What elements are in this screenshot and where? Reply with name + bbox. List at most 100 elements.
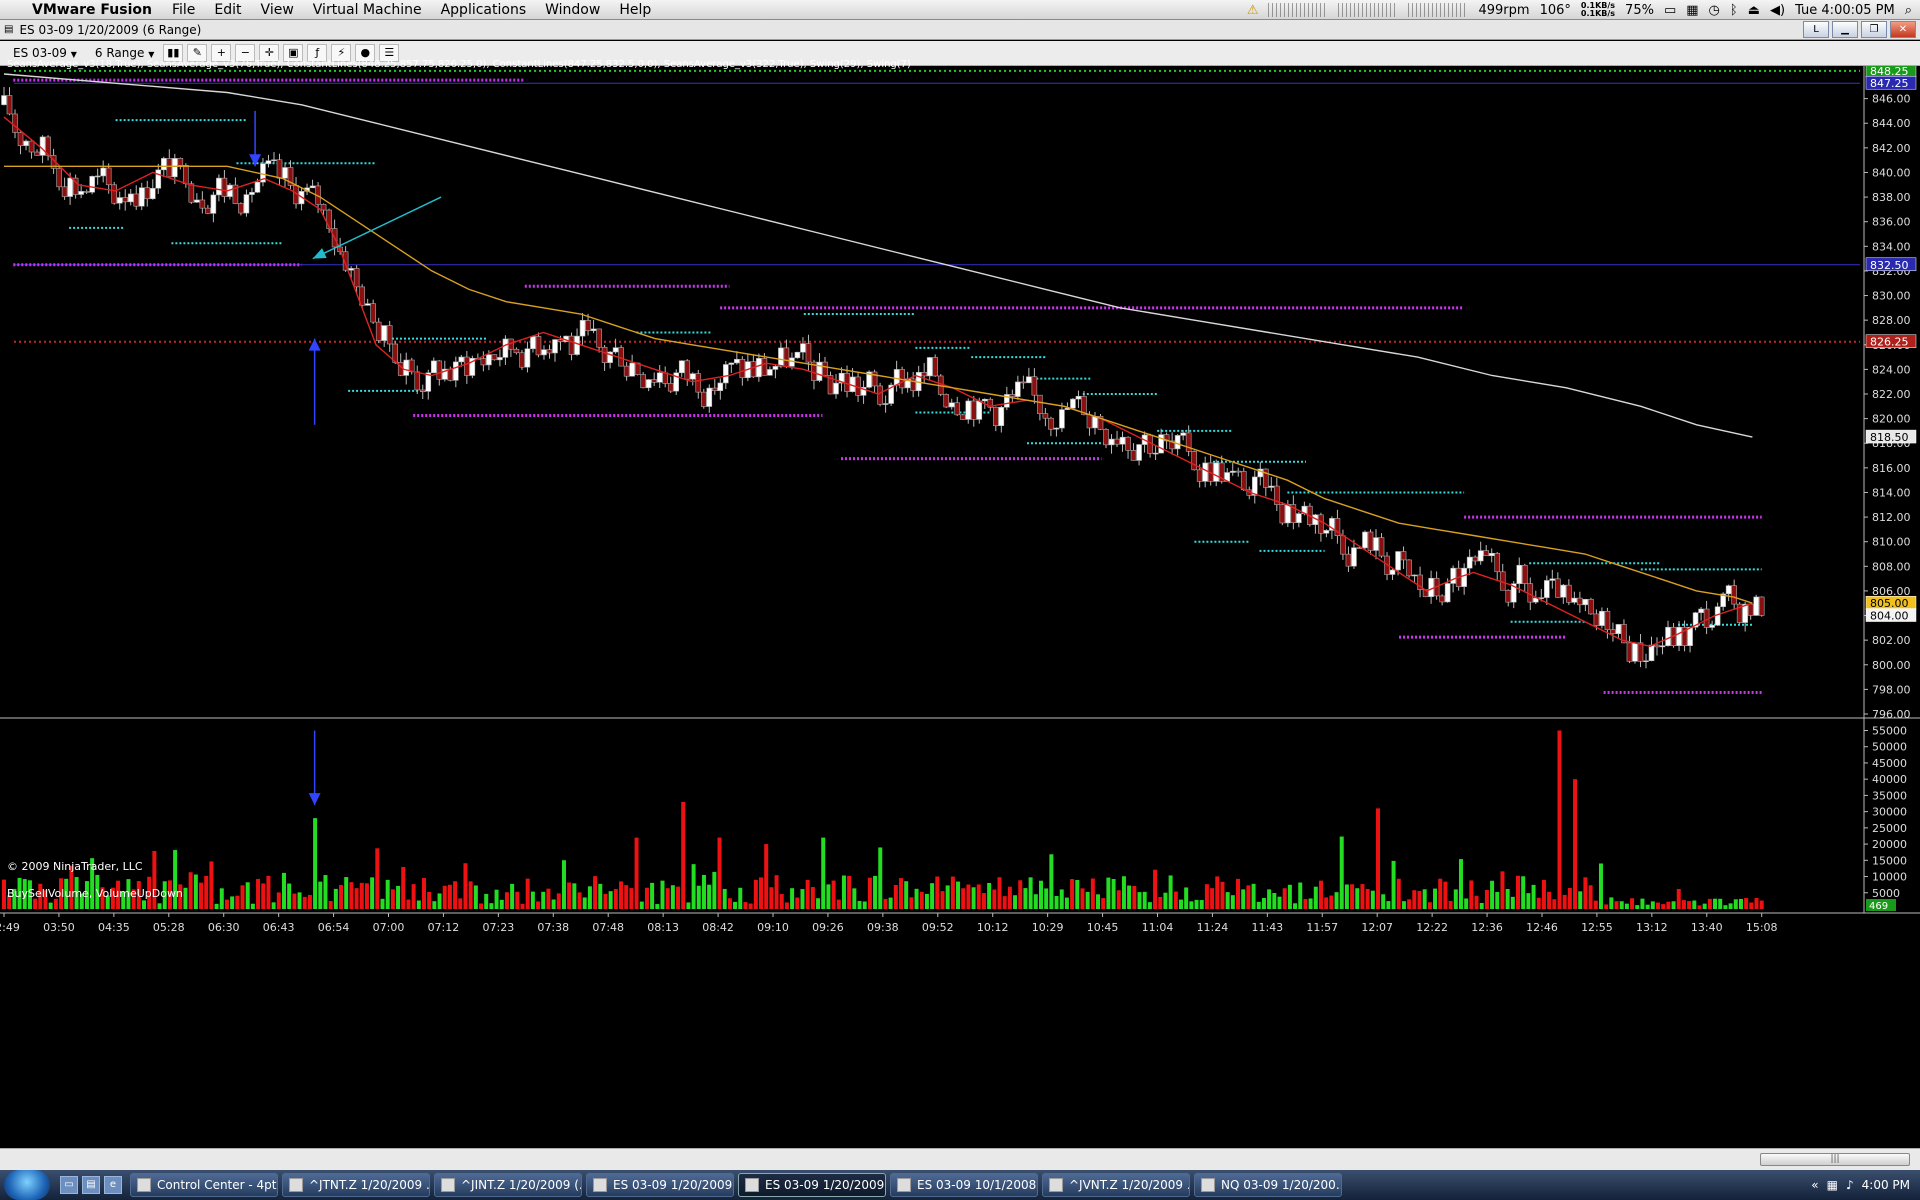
taskbar-item-es-active[interactable]: ES 03-09 1/20/2009 ... (738, 1173, 886, 1197)
volume-bar-down (458, 898, 463, 909)
volume-bar-down (1516, 875, 1521, 909)
taskbar-item-jvnt[interactable]: ^JVNT.Z 1/20/2009 ... (1042, 1173, 1190, 1197)
taskbar-item-control-center[interactable]: Control Center - 4pt... (130, 1173, 278, 1197)
volume-bar-up (1355, 888, 1360, 909)
candle-down (1125, 436, 1131, 451)
taskbar-item-jint[interactable]: ^JINT.Z 1/20/2009 (... (434, 1173, 582, 1197)
volume-bar-up (437, 893, 442, 909)
time-machine-icon[interactable]: ◷ (1709, 3, 1720, 18)
time-tick-label: 08:13 (647, 921, 679, 934)
menu-applications[interactable]: Applications (441, 2, 527, 18)
candle-up (552, 339, 558, 354)
price-tick-label: 816.00 (1872, 462, 1911, 475)
ie-icon[interactable]: e (104, 1176, 122, 1194)
show-desktop-icon[interactable]: ▭ (60, 1176, 78, 1194)
network-icon[interactable]: ▦ (1827, 1178, 1838, 1192)
volume-bar-down (935, 876, 940, 909)
volume-bar-down (950, 876, 955, 909)
volume-bar-up (1386, 901, 1391, 909)
volume-bar-down (1132, 885, 1137, 909)
minimize-button[interactable]: ▁ (1832, 21, 1858, 38)
spaces-icon[interactable]: ▦ (1686, 3, 1698, 18)
volume-bar-up (1505, 888, 1510, 909)
volume-bar-up (323, 875, 328, 909)
bluetooth-icon[interactable]: ᛒ (1730, 3, 1738, 18)
volume-icon[interactable]: ◀) (1770, 3, 1785, 18)
volume-bar-up (370, 877, 375, 909)
tray-expand-icon[interactable]: « (1811, 1178, 1818, 1192)
speaker-icon[interactable]: ♪ (1846, 1178, 1854, 1192)
volume-bar-up (48, 902, 53, 909)
menu-help[interactable]: Help (619, 2, 651, 18)
volume-bar-down (421, 877, 426, 909)
taskbar-item-es-2008[interactable]: ES 03-09 10/1/2008 ... (890, 1173, 1038, 1197)
close-button[interactable]: ✕ (1890, 21, 1916, 38)
start-button[interactable] (4, 1170, 50, 1200)
warning-icon[interactable]: ⚠ (1247, 3, 1259, 18)
volume-bar-up (561, 860, 566, 909)
volume-bar-up (660, 880, 665, 909)
menu-file[interactable]: File (172, 2, 195, 18)
volume-bar-down (520, 903, 525, 909)
eject-icon[interactable]: ⏏ (1748, 3, 1760, 18)
tray-clock[interactable]: 4:00 PM (1862, 1178, 1910, 1192)
volume-bar-up (1313, 886, 1318, 909)
candle-down (1566, 584, 1572, 603)
chart-canvas[interactable]: 846.00 844.00 842.00 840.00 838.00 836.00 834.… (0, 66, 1920, 1148)
time-tick-label: 09:38 (867, 921, 899, 934)
menu-edit[interactable]: Edit (214, 2, 241, 18)
chevron-down-icon: ▼ (148, 50, 155, 59)
volume-bar-down (276, 892, 281, 909)
candle-down (618, 347, 624, 367)
menu-virtual-machine[interactable]: Virtual Machine (313, 2, 422, 18)
menu-window[interactable]: Window (545, 2, 600, 18)
spotlight-icon[interactable]: ⌕ (1905, 3, 1912, 18)
link-icon[interactable]: L (1803, 21, 1829, 38)
volume-bar-down (1666, 901, 1671, 909)
volume-bar-down (867, 877, 872, 909)
volume-bar-up (1096, 894, 1101, 909)
restore-button[interactable]: ❐ (1861, 21, 1887, 38)
price-tick-label: 810.00 (1872, 536, 1911, 549)
taskbar-item-jtnt[interactable]: ^JTNT.Z 1/20/2009 ... (282, 1173, 430, 1197)
taskbar-item-es-1[interactable]: ES 03-09 1/20/2009 ... (586, 1173, 734, 1197)
candle-up (1, 95, 7, 106)
explorer-icon[interactable]: ▤ (82, 1176, 100, 1194)
volume-bar-up (297, 892, 302, 909)
price-tick-label: 836.00 (1872, 216, 1911, 229)
moving-averages (3, 73, 1753, 648)
battery-percent: 75% (1625, 2, 1654, 18)
display-icon[interactable]: ▭ (1664, 3, 1676, 18)
volume-bar-up (494, 889, 499, 909)
price-tick-label: 798.00 (1872, 683, 1911, 696)
candle-down (640, 374, 646, 389)
time-tick-label: 12:36 (1471, 921, 1503, 934)
volume-bar-up (582, 897, 587, 909)
menubar-clock[interactable]: Tue 4:00:05 PM (1795, 3, 1895, 18)
volume-bar-down (1573, 779, 1578, 909)
candle-up (100, 167, 106, 177)
taskbar-item-nq[interactable]: NQ 03-09 1/20/200... (1194, 1173, 1342, 1197)
volume-bar-up (193, 874, 198, 909)
app-name[interactable]: VMware Fusion (32, 2, 152, 18)
candle-down (464, 356, 470, 376)
candle-down (1235, 470, 1242, 473)
candle-down (1637, 642, 1644, 662)
time-tick-label: 07:12 (428, 921, 460, 934)
scrollbar-thumb[interactable]: ||| (1760, 1153, 1910, 1166)
volume-bar-up (1121, 876, 1126, 909)
price-tick-label: 820.00 (1872, 413, 1911, 426)
chart-area[interactable]: 846.00 844.00 842.00 840.00 838.00 836.00 834.… (0, 59, 1920, 1148)
volume-bar-up (1458, 859, 1463, 909)
candle-down (144, 187, 151, 200)
volume-bar-up (1038, 880, 1043, 909)
candle-up (1665, 626, 1671, 647)
candle-down (1588, 599, 1594, 615)
volume-bar-down (2, 879, 6, 909)
volume-bar-up (1718, 898, 1723, 909)
candle-down (1610, 629, 1616, 635)
candle-down (1731, 585, 1737, 605)
candle-up (728, 362, 735, 365)
menu-view[interactable]: View (261, 2, 294, 18)
horizontal-scrollbar[interactable]: ||| (0, 1148, 1920, 1170)
